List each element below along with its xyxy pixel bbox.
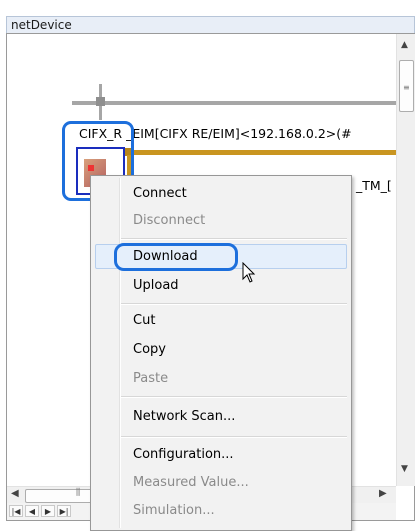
ethernet-bus-line [72,101,396,105]
bus-connection-point [96,97,105,106]
menu-item-paste: Paste [133,371,169,386]
menu-separator [121,436,347,438]
vertical-scroll-thumb[interactable]: ≡ [399,60,414,112]
arrow-cursor-icon [242,262,256,283]
menu-item-copy[interactable]: Copy [133,341,166,359]
last-page-icon[interactable]: ▶| [57,505,71,517]
menu-item-measured-value: Measured Value... [133,475,249,490]
menu-item-disconnect: Disconnect [133,213,206,228]
download-highlight-frame [114,243,238,271]
menu-separator [121,396,347,398]
menu-icon-gutter [119,178,121,528]
arrow-up-icon[interactable]: ▲ [401,40,408,50]
menu-item-cut[interactable]: Cut [133,312,155,330]
menu-separator [121,238,347,240]
arrow-down-icon[interactable]: ▼ [401,464,408,474]
previous-page-icon[interactable]: ◀ [25,505,39,517]
menu-item-configuration[interactable]: Configuration... [133,446,234,464]
grip-icon: ≡ [403,83,410,92]
arrow-left-icon[interactable]: ◀ [11,488,19,499]
first-page-icon[interactable]: |◀ [9,505,23,517]
menu-separator [121,303,347,305]
secondary-device-label: _TM_[ [356,178,392,193]
context-menu: Connect Disconnect Download Upload Cut C… [90,175,352,531]
vertical-scrollbar[interactable]: ▲ ≡ ▼ [396,34,415,486]
menu-item-connect[interactable]: Connect [133,185,187,203]
device-bus-line [127,150,396,155]
bus-connector-lower [99,106,102,120]
next-page-icon[interactable]: ▶ [41,505,55,517]
grip-icon: ⫼ [76,488,81,498]
panel-title: netDevice [6,16,415,33]
menu-item-simulation: Simulation... [133,503,215,518]
menu-item-upload[interactable]: Upload [133,277,179,295]
menu-item-network-scan[interactable]: Network Scan... [133,408,235,426]
arrow-right-icon[interactable]: ▶ [379,488,387,499]
